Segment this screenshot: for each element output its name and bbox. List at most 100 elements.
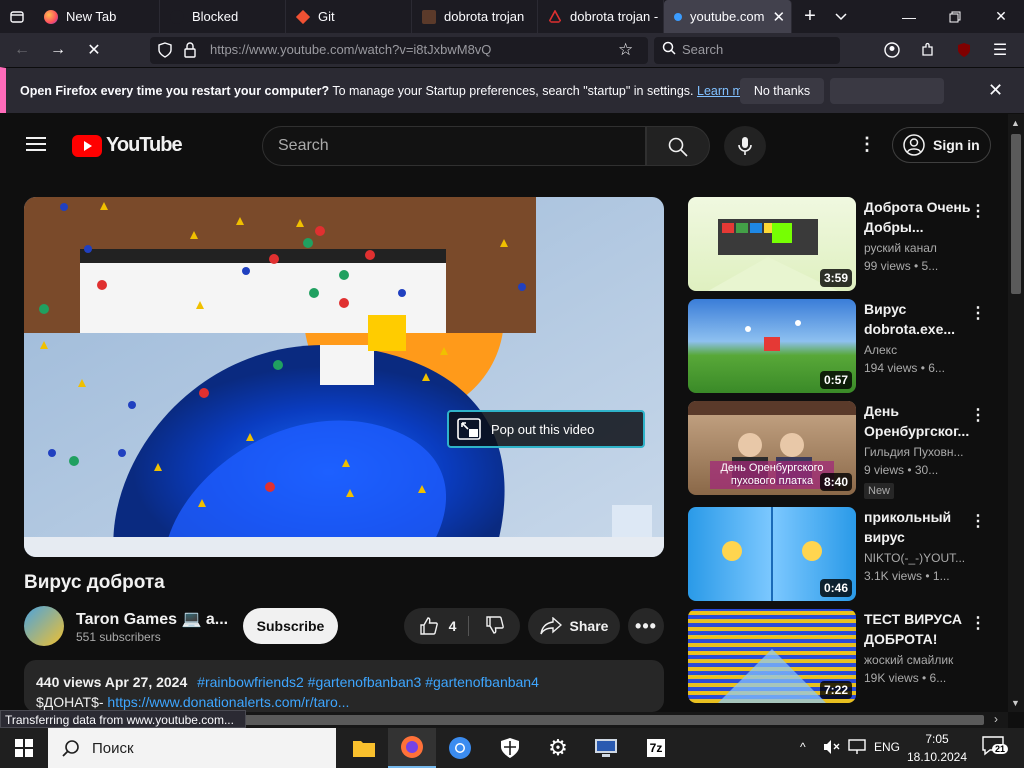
stop-icon[interactable]: ✕ (78, 33, 110, 67)
youtube-logo[interactable]: YouTube (72, 134, 183, 157)
list-tabs-icon[interactable] (826, 0, 856, 33)
remote-desktop-icon[interactable] (582, 728, 630, 768)
hamburger-menu-icon[interactable]: ☰ (984, 33, 1016, 67)
tab-dobrota-trojan-2[interactable]: dobrota trojan - (538, 0, 664, 33)
account-icon[interactable] (876, 33, 908, 67)
close-notification-icon[interactable]: ✕ (988, 80, 1003, 101)
tab-git[interactable]: Git (286, 0, 412, 33)
recommendation-title[interactable]: Доброта Очень Добры... (864, 197, 972, 237)
horizontal-scroll-thumb[interactable] (240, 715, 984, 725)
recommendation-title[interactable]: прикольный вирус (864, 507, 972, 547)
youtube-search-input[interactable]: Search (262, 126, 646, 166)
vertical-scroll-thumb[interactable] (1011, 134, 1021, 294)
scroll-up-icon[interactable]: ▲ (1011, 118, 1020, 128)
bookmark-star-icon[interactable]: ☆ (618, 40, 633, 60)
notifications-icon[interactable]: 21 (982, 736, 1009, 761)
video-player[interactable] (24, 197, 664, 557)
video-thumbnail[interactable]: 0:46 (688, 507, 856, 601)
minimize-icon[interactable]: — (886, 0, 932, 33)
taskbar-search-box[interactable]: Поиск (48, 728, 336, 768)
video-description[interactable]: 440 views Apr 27, 2024 #rainbowfriends2 … (24, 660, 664, 712)
subscriber-count: 551 subscribers (76, 630, 161, 644)
recommendation-channel[interactable]: жоский смайлик (864, 653, 953, 667)
forward-icon[interactable]: → (42, 33, 74, 67)
recommendation-channel[interactable]: руский канал (864, 241, 937, 255)
settings-kebab-icon[interactable]: ⋮ (858, 134, 876, 155)
restore-icon[interactable] (932, 0, 978, 33)
file-explorer-icon[interactable] (340, 728, 388, 768)
lock-icon[interactable] (184, 42, 196, 63)
close-window-icon[interactable]: ✕ (978, 0, 1024, 33)
dislike-button[interactable] (477, 615, 505, 638)
navigation-toolbar: ← → ✕ https://www.youtube.com/watch?v=i8… (0, 33, 1024, 67)
recommendation-title[interactable]: Вирус dobrota.exe... (864, 299, 972, 339)
video-thumbnail[interactable]: 3:59 (688, 197, 856, 291)
recommendation-menu-icon[interactable]: ⋮ (970, 201, 986, 221)
recommended-video[interactable]: 0:46 прикольный вирус NIKTO(-_-)YOUT... … (688, 507, 998, 602)
browser-search-field[interactable]: Search (654, 37, 840, 64)
video-thumbnail[interactable]: 0:57 (688, 299, 856, 393)
recommended-video[interactable]: 7:22 ТЕСТ ВИРУСА ДОБРОТА! жоский смайлик… (688, 609, 998, 704)
recommended-video[interactable]: День Оренбургского пухового платка 8:40 … (688, 401, 998, 499)
7zip-icon[interactable]: 7z (632, 728, 680, 768)
scroll-right-icon[interactable]: › (994, 712, 998, 726)
like-button[interactable]: 4 (419, 616, 470, 636)
recommendation-menu-icon[interactable]: ⋮ (970, 303, 986, 323)
recommendation-menu-icon[interactable]: ⋮ (970, 613, 986, 633)
recommendation-channel[interactable]: NIKTO(-_-)YOUT... (864, 551, 965, 565)
channel-name[interactable]: Taron Games 💻 a... (76, 609, 228, 629)
ublock-icon[interactable] (948, 33, 980, 67)
windows-logo-icon (15, 739, 33, 757)
new-tab-button[interactable]: + (794, 0, 826, 33)
system-clock[interactable]: 7:05 18.10.2024 (904, 730, 970, 766)
youtube-search-button[interactable] (646, 126, 710, 166)
no-thanks-button[interactable]: No thanks (740, 78, 824, 104)
tab-new-tab[interactable]: New Tab (34, 0, 160, 33)
url-text: https://www.youtube.com/watch?v=i8tJxbwM… (210, 42, 492, 57)
extensions-icon[interactable] (912, 33, 944, 67)
video-thumbnail[interactable]: 7:22 (688, 609, 856, 703)
volume-muted-icon[interactable] (822, 738, 840, 761)
donation-link[interactable]: https://www.donationalerts.com/r/taro... (107, 694, 349, 710)
recommendation-title[interactable]: ТЕСТ ВИРУСА ДОБРОТА! (864, 609, 972, 649)
recommendation-channel[interactable]: Алекс (864, 343, 897, 357)
subscribe-button[interactable]: Subscribe (243, 608, 338, 644)
firefox-view-icon[interactable] (0, 0, 34, 33)
recommendation-menu-icon[interactable]: ⋮ (970, 511, 986, 531)
language-indicator[interactable]: ENG (874, 740, 900, 754)
recommendation-menu-icon[interactable]: ⋮ (970, 405, 986, 425)
recommended-video[interactable]: 3:59 Доброта Очень Добры... руский канал… (688, 197, 998, 292)
recommendation-channel[interactable]: Гильдия Пуховн... (864, 445, 964, 459)
share-button[interactable]: Share (528, 608, 620, 644)
recommended-video[interactable]: 0:57 Вирус dobrota.exe... Алекс 194 view… (688, 299, 998, 394)
close-tab-icon[interactable]: ✕ (772, 8, 785, 26)
back-icon[interactable]: ← (6, 33, 38, 67)
scroll-down-icon[interactable]: ▼ (1011, 698, 1020, 708)
guide-menu-icon[interactable] (26, 136, 46, 157)
shield-icon[interactable] (158, 42, 172, 61)
notification-action-button[interactable] (830, 78, 944, 104)
more-actions-button[interactable]: ••• (628, 608, 664, 644)
vertical-scrollbar[interactable]: ▲ ▼ (1008, 114, 1024, 712)
show-hidden-icons-icon[interactable]: ^ (800, 740, 806, 754)
voice-search-button[interactable] (724, 126, 766, 166)
recommendation-meta: 3.1K views • 1... (864, 569, 950, 583)
security-shield-icon[interactable] (486, 728, 534, 768)
start-button[interactable] (0, 728, 48, 768)
settings-gear-icon[interactable]: ⚙ (534, 728, 582, 768)
tab-youtube-active[interactable]: youtube.com ✕ (664, 0, 792, 33)
sign-in-button[interactable]: Sign in (892, 127, 991, 163)
video-thumbnail[interactable]: День Оренбургского пухового платка 8:40 (688, 401, 856, 495)
network-icon[interactable] (848, 739, 866, 760)
firefox-icon (44, 9, 58, 24)
tab-blocked[interactable]: Blocked (160, 0, 286, 33)
duration-badge: 0:57 (819, 371, 852, 389)
tab-dobrota-trojan-1[interactable]: dobrota trojan (412, 0, 538, 33)
url-bar[interactable]: https://www.youtube.com/watch?v=i8tJxbwM… (150, 37, 648, 64)
pop-out-video-button[interactable]: Pop out this video (447, 410, 645, 448)
recommendation-title[interactable]: День Оренбургског... (864, 401, 972, 441)
chrome-icon[interactable] (436, 728, 484, 768)
channel-avatar[interactable] (24, 606, 64, 646)
hashtags[interactable]: #rainbowfriends2 #gartenofbanban3 #garte… (197, 674, 539, 690)
firefox-taskbar-icon[interactable] (388, 728, 436, 768)
